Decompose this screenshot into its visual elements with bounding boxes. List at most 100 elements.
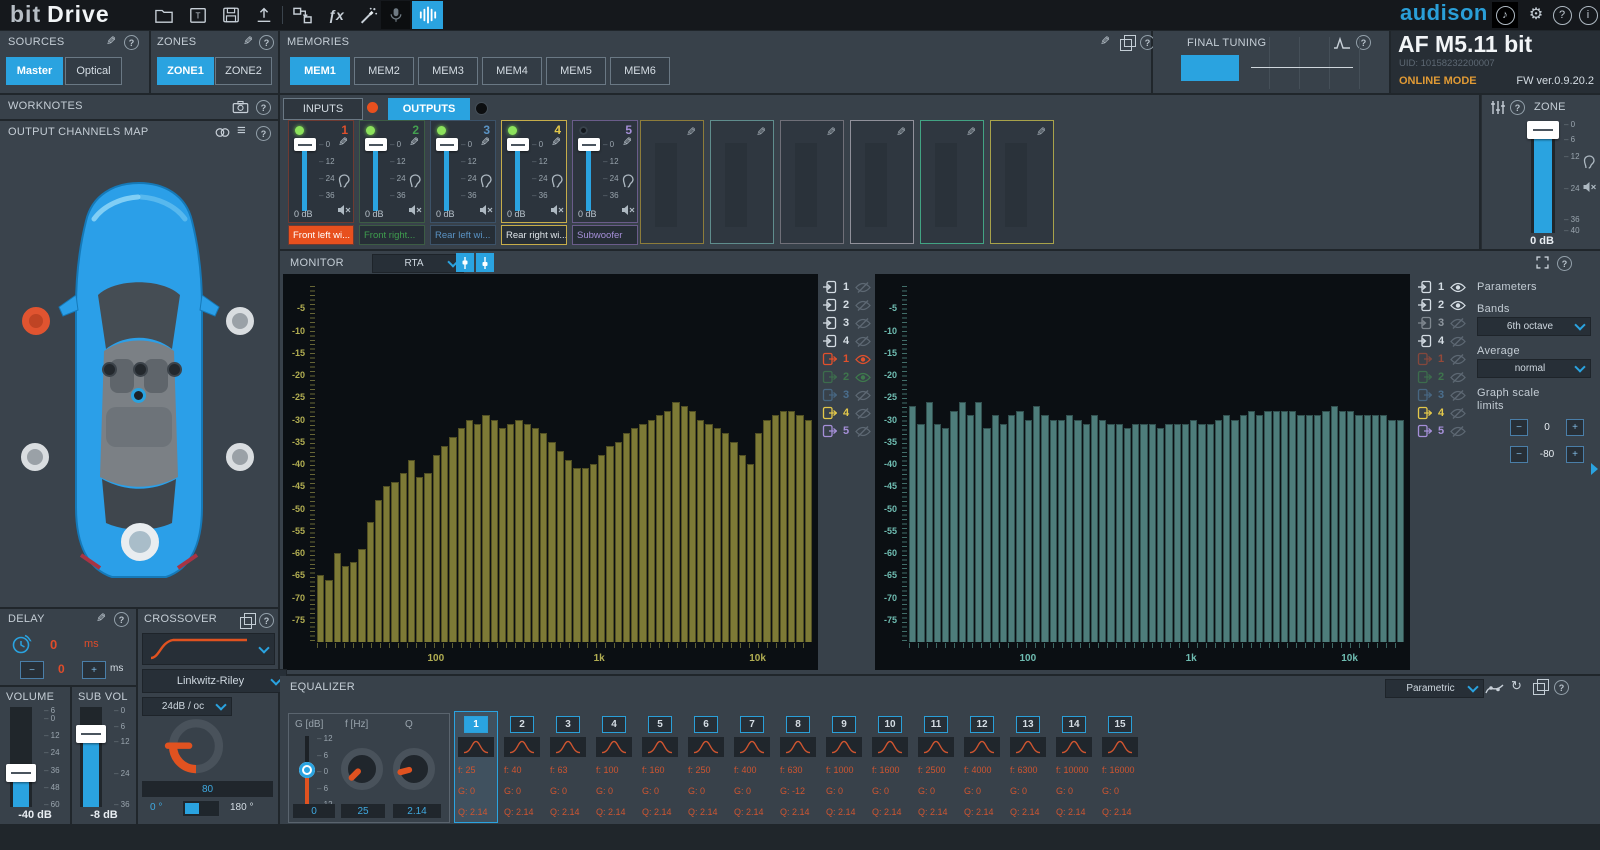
eq-band-number-button[interactable]: 5 (648, 716, 672, 733)
channel-fader-handle[interactable] (507, 138, 529, 151)
pencil-icon[interactable]: ✎ (1033, 125, 1049, 139)
mute-button[interactable] (620, 203, 636, 217)
eq-band-8[interactable]: 8f: 630G: -12Q: 2.14 (777, 712, 819, 822)
eq-reset-icon[interactable]: ↻ (1511, 678, 1522, 694)
listen-ear-button[interactable] (336, 173, 352, 189)
eq-band-shape-button[interactable] (826, 737, 862, 757)
save-button[interactable] (219, 4, 243, 26)
decrement-button[interactable]: − (1510, 419, 1528, 436)
eq-band-9[interactable]: 9f: 1000G: 0Q: 2.14 (823, 712, 865, 822)
eq-mode-dropdown[interactable]: Parametric (1385, 679, 1484, 698)
inputs-indicator[interactable] (367, 102, 378, 113)
decrement-button[interactable]: − (1510, 446, 1528, 463)
pencil-icon[interactable]: ✎ (96, 612, 106, 624)
channel-strip-1[interactable]: 101224360 dB✎ (288, 120, 354, 223)
pencil-icon[interactable]: ✎ (406, 135, 422, 149)
monitor-input-3[interactable]: 3 (822, 315, 871, 331)
channel-label[interactable]: Rear right wi... (501, 225, 567, 245)
open-file-button[interactable] (152, 4, 176, 26)
eq-band-number-button[interactable]: 15 (1108, 716, 1132, 733)
response-curve-icon[interactable] (1333, 35, 1351, 50)
help-icon[interactable]: ? (1557, 256, 1572, 271)
eq-band-shape-button[interactable] (596, 737, 632, 757)
eq-band-14[interactable]: 14f: 10000G: 0Q: 2.14 (1053, 712, 1095, 822)
memory-button-mem1[interactable]: MEM1 (290, 57, 350, 85)
channel-strip-3[interactable]: 301224360 dB✎ (430, 120, 496, 223)
q-knob[interactable] (393, 748, 435, 790)
help-icon[interactable]: ? (1554, 680, 1569, 695)
rta-monitor-button[interactable] (412, 1, 443, 29)
eq-band-shape-button[interactable] (504, 737, 540, 757)
monitor-mode-dropdown[interactable]: RTA (372, 254, 464, 273)
eq-band-10[interactable]: 10f: 1600G: 0Q: 2.14 (869, 712, 911, 822)
pencil-icon[interactable]: ✎ (477, 135, 493, 149)
channel-label[interactable]: Rear left wi... (430, 225, 496, 245)
monitor-output-3[interactable]: 3 (1417, 387, 1466, 403)
listen-ear-button[interactable] (549, 173, 565, 189)
empty-channel-slot[interactable]: ✎ (780, 120, 844, 244)
tab-inputs[interactable]: INPUTS (283, 98, 363, 120)
channel-strip-4[interactable]: 401224360 dB✎ (501, 120, 567, 223)
pencil-icon[interactable]: ✎ (683, 125, 699, 139)
source-master-button[interactable]: Master (6, 57, 63, 85)
eq-band-number-button[interactable]: 13 (1016, 716, 1040, 733)
monitor-output-5[interactable]: 5 (1417, 423, 1466, 439)
eq-band-1[interactable]: 1f: 25G: 0Q: 2.14 (455, 712, 497, 822)
channel-strip-5[interactable]: 501224360 dB✎ (572, 120, 638, 223)
monitor-input-1[interactable]: 1 (1417, 279, 1466, 295)
mute-button[interactable] (407, 203, 423, 217)
eq-band-number-button[interactable]: 3 (556, 716, 580, 733)
pencil-icon[interactable]: ✎ (1100, 35, 1110, 47)
delay-decrement-button[interactable]: − (20, 661, 44, 679)
increment-button[interactable]: + (1566, 419, 1584, 436)
monitor-input-1[interactable]: 1 (822, 279, 871, 295)
copy-icon[interactable] (240, 617, 252, 629)
monitor-output-3[interactable]: 3 (822, 387, 871, 403)
freq-value[interactable]: 25 (341, 804, 385, 818)
eq-band-number-button[interactable]: 7 (740, 716, 764, 733)
eq-band-shape-button[interactable] (964, 737, 1000, 757)
listen-ear-icon[interactable] (1583, 155, 1596, 170)
speaker-rear-left[interactable] (21, 443, 49, 471)
listen-ear-button[interactable] (407, 173, 423, 189)
volume-fader-handle[interactable] (6, 764, 36, 782)
eq-band-6[interactable]: 6f: 250G: 0Q: 2.14 (685, 712, 727, 822)
memory-button-mem4[interactable]: MEM4 (482, 57, 542, 85)
link-icon[interactable] (214, 126, 231, 139)
pencil-icon[interactable]: ✎ (548, 135, 564, 149)
dash-speaker-right[interactable] (167, 362, 182, 377)
mic-button[interactable] (381, 1, 410, 29)
channel-fader-track[interactable] (586, 151, 591, 211)
channel-fader-handle[interactable] (578, 138, 600, 151)
pencil-icon[interactable]: ✎ (963, 125, 979, 139)
dash-speaker-center[interactable] (133, 362, 148, 377)
help-icon[interactable]: ? (114, 612, 129, 627)
monitor-output-2[interactable]: 2 (1417, 369, 1466, 385)
pencil-icon[interactable]: ✎ (823, 125, 839, 139)
eq-band-number-button[interactable]: 8 (786, 716, 810, 733)
eq-band-number-button[interactable]: 9 (832, 716, 856, 733)
eq-band-shape-button[interactable] (918, 737, 954, 757)
monitor-output-4[interactable]: 4 (1417, 405, 1466, 421)
empty-channel-slot[interactable]: ✎ (990, 120, 1054, 244)
memory-button-mem2[interactable]: MEM2 (354, 57, 414, 85)
eq-band-4[interactable]: 4f: 100G: 0Q: 2.14 (593, 712, 635, 822)
help-icon[interactable]: ? (256, 126, 271, 141)
eq-band-2[interactable]: 2f: 40G: 0Q: 2.14 (501, 712, 543, 822)
copy-icon[interactable] (1533, 683, 1545, 695)
help-icon[interactable]: ? (256, 100, 271, 115)
listen-ear-button[interactable] (478, 173, 494, 189)
mute-button[interactable] (336, 203, 352, 217)
list-icon[interactable]: ≡ (237, 125, 246, 137)
eq-band-13[interactable]: 13f: 6300G: 0Q: 2.14 (1007, 712, 1049, 822)
help-icon[interactable]: ? (259, 613, 274, 628)
eq-band-number-button[interactable]: 1 (464, 716, 488, 733)
channel-fader-handle[interactable] (365, 138, 387, 151)
pencil-icon[interactable]: ✎ (335, 135, 351, 149)
channel-label[interactable]: Front left wi... (288, 225, 354, 245)
eq-band-15[interactable]: 15f: 16000G: 0Q: 2.14 (1099, 712, 1141, 822)
listening-position-marker[interactable] (131, 388, 146, 403)
camera-icon[interactable] (232, 100, 249, 114)
eq-band-shape-button[interactable] (734, 737, 770, 757)
eq-band-12[interactable]: 12f: 4000G: 0Q: 2.14 (961, 712, 1003, 822)
